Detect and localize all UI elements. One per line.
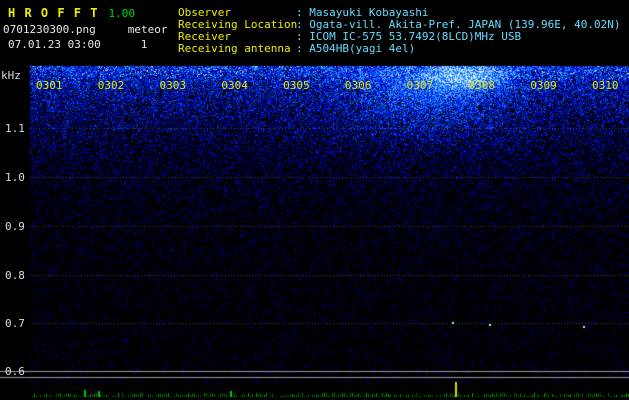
- hrofft-screen: H R O F F T 1.00 0701230300.png meteor 07.…: [0, 0, 629, 400]
- time-tick-label: 0305: [283, 79, 310, 92]
- time-tick-label: 0302: [97, 79, 125, 92]
- time-tick-label: 0308: [468, 79, 495, 92]
- time-tick-label: 0304: [221, 79, 248, 92]
- meteor-count: 1: [140, 38, 148, 51]
- frequency-unit-label: kHz: [1, 69, 21, 82]
- time-tick-label: 0303: [159, 79, 187, 92]
- date-line: 07.01.23 03:00 1: [8, 38, 147, 51]
- frequency-tick-label: 0.8: [5, 269, 25, 282]
- frequency-tick-label: 1.0: [5, 171, 25, 184]
- app-version: 1.00: [108, 7, 135, 20]
- frequency-tick-label: 0.9: [5, 220, 25, 233]
- observation-info: Observer: Masayuki Kobayashi Receiving L…: [178, 7, 621, 55]
- time-tick-label: 0310: [592, 79, 619, 92]
- info-label: Receiving antenna: [178, 42, 291, 55]
- frequency-tick-label: 1.1: [5, 122, 25, 135]
- app-title: H R O F F T: [8, 6, 99, 20]
- time-tick-label: 0306: [344, 79, 372, 92]
- time-tick-label: 0309: [530, 79, 557, 92]
- spectrogram-canvas: [0, 0, 629, 400]
- output-filename: 0701230300.png: [3, 23, 96, 36]
- time-tick-label: 0307: [406, 79, 434, 92]
- frequency-tick-label: 0.7: [5, 317, 25, 330]
- time-tick-label: 0301: [36, 79, 63, 92]
- frequency-tick-label: 0.6: [5, 365, 25, 378]
- info-value: : A504HB(yagi 4el): [296, 42, 416, 55]
- info-row-antenna: Receiving antenna : A504HB(yagi 4el): [178, 43, 621, 55]
- mode-label: meteor: [127, 23, 168, 36]
- observation-datetime: 07.01.23 03:00: [8, 38, 101, 51]
- app-header: H R O F F T 1.00: [8, 2, 135, 21]
- file-line: 0701230300.png meteor: [3, 23, 167, 36]
